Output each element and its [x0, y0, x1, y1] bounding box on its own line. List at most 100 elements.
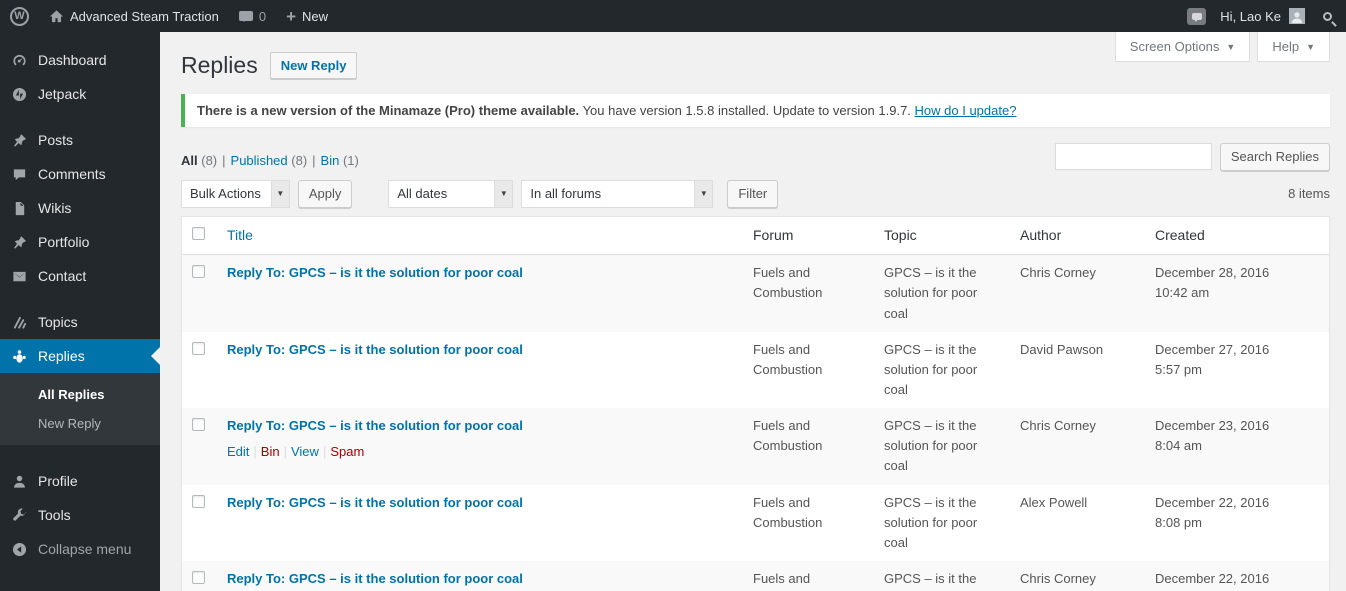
- comments-count: 0: [258, 8, 267, 24]
- bin-action-link[interactable]: Bin: [261, 444, 280, 459]
- apply-button[interactable]: Apply: [297, 179, 353, 208]
- sidebar-item-label: Topics: [38, 314, 78, 330]
- created-cell: December 28, 2016 10:42 am: [1155, 265, 1270, 301]
- forum-filter-select[interactable]: In all forums ▼: [521, 179, 714, 208]
- forum-cell: Fuels and Combustion: [753, 341, 823, 377]
- author-cell: Alex Powell: [1020, 494, 1088, 510]
- spam-action-link[interactable]: Spam: [330, 444, 364, 459]
- admin-bar: W Advanced Steam Traction 0 + New Hi, La…: [0, 0, 1346, 32]
- replies-table: Title Forum Topic Author Created Reply T…: [181, 215, 1330, 591]
- forum-cell: Fuels and Combustion: [753, 265, 823, 301]
- topic-cell: GPCS – is it the solution for poor coal: [884, 418, 978, 474]
- column-header-title[interactable]: Title: [227, 227, 253, 243]
- row-checkbox[interactable]: [192, 418, 205, 432]
- account-greeting[interactable]: Hi, Lao Ke: [1220, 9, 1281, 24]
- envelope-icon: [10, 269, 28, 284]
- forum-cell: Fuels and Combustion: [753, 570, 811, 586]
- sidebar-item-posts[interactable]: Posts: [0, 123, 160, 157]
- replies-bee-icon: [10, 349, 28, 364]
- table-row: Reply To: GPCS – is it the solution for …: [182, 485, 1329, 561]
- created-cell: December 22, 2016 8:08 pm: [1155, 494, 1270, 530]
- search-replies-button[interactable]: Search Replies: [1219, 142, 1330, 171]
- submenu-item-new-reply[interactable]: New Reply: [0, 409, 160, 438]
- author-cell: David Pawson: [1020, 341, 1104, 357]
- theme-update-notice: There is a new version of the Minamaze (…: [181, 93, 1330, 127]
- admin-bar-new[interactable]: + New: [276, 0, 338, 32]
- sidebar-item-topics[interactable]: Topics: [0, 305, 160, 339]
- sidebar-item-tools[interactable]: Tools: [0, 498, 160, 532]
- wordpress-logo[interactable]: W: [0, 0, 39, 32]
- sidebar-item-comments[interactable]: Comments: [0, 157, 160, 191]
- column-header-topic: Topic: [884, 226, 917, 243]
- sidebar-item-portfolio[interactable]: Portfolio: [0, 225, 160, 259]
- sidebar-item-jetpack[interactable]: Jetpack: [0, 77, 160, 111]
- notifications-icon[interactable]: [1187, 7, 1207, 25]
- items-count: 8 items: [1288, 186, 1330, 202]
- how-do-i-update-link[interactable]: How do I update?: [915, 103, 1017, 118]
- created-cell: December 27, 2016 5:57 pm: [1155, 341, 1270, 377]
- column-header-created: Created: [1155, 226, 1205, 243]
- submenu-item-all-replies[interactable]: All Replies: [0, 380, 160, 409]
- forum-cell: Fuels and Combustion: [753, 418, 823, 454]
- chevron-down-icon: ▼: [494, 180, 513, 207]
- home-icon: [49, 9, 64, 24]
- view-action-link[interactable]: View: [291, 444, 319, 459]
- page-title: Replies: [181, 52, 258, 78]
- sidebar-item-profile[interactable]: Profile: [0, 464, 160, 498]
- sidebar-item-label: Tools: [38, 507, 71, 523]
- author-cell: Chris Corney: [1020, 418, 1096, 434]
- author-cell: Chris Corney: [1020, 570, 1096, 586]
- portfolio-pin-icon: [10, 235, 28, 250]
- dashboard-icon: [10, 53, 28, 68]
- sidebar-item-wikis[interactable]: Wikis: [0, 191, 160, 225]
- sidebar-item-label: Portfolio: [38, 234, 90, 250]
- sidebar-item-label: Wikis: [38, 200, 72, 216]
- view-published-link[interactable]: Published (8): [231, 153, 308, 168]
- bulk-actions-select[interactable]: Bulk Actions ▼: [181, 179, 290, 208]
- reply-title-link[interactable]: Reply To: GPCS – is it the solution for …: [227, 342, 523, 357]
- sidebar-item-replies[interactable]: Replies: [0, 339, 160, 373]
- comments-icon: [10, 167, 28, 182]
- sidebar-item-collapse-menu[interactable]: Collapse menu: [0, 532, 160, 566]
- reply-title-link[interactable]: Reply To: GPCS – is it the solution for …: [227, 265, 523, 280]
- row-checkbox[interactable]: [192, 494, 205, 508]
- reply-title-link[interactable]: Reply To: GPCS – is it the solution for …: [227, 571, 523, 586]
- edit-action-link[interactable]: Edit: [227, 444, 249, 459]
- sidebar-item-label: Profile: [38, 473, 78, 489]
- row-checkbox[interactable]: [192, 570, 205, 584]
- profile-icon: [10, 474, 28, 489]
- row-checkbox[interactable]: [192, 341, 205, 355]
- select-all-checkbox[interactable]: [192, 226, 205, 240]
- sidebar-item-dashboard[interactable]: Dashboard: [0, 43, 160, 77]
- document-icon: [10, 201, 28, 216]
- jetpack-icon: [10, 87, 28, 102]
- search-icon[interactable]: [1323, 11, 1332, 21]
- chevron-down-icon: ▼: [1226, 41, 1236, 52]
- row-actions: Edit | Bin | View | Spam: [227, 444, 365, 460]
- main-content: Screen Options ▼ Help ▼ Replies New Repl…: [160, 32, 1346, 591]
- replies-submenu: All Replies New Reply: [0, 373, 160, 445]
- view-all-link[interactable]: All (8): [181, 153, 217, 168]
- search-replies-input[interactable]: [1054, 143, 1212, 171]
- all-dates-select[interactable]: All dates ▼: [388, 179, 514, 208]
- reply-title-link[interactable]: Reply To: GPCS – is it the solution for …: [227, 418, 523, 433]
- view-bin-link[interactable]: Bin (1): [321, 153, 359, 168]
- reply-title-link[interactable]: Reply To: GPCS – is it the solution for …: [227, 495, 523, 510]
- topic-cell: GPCS – is it the solution for poor coal: [884, 494, 978, 550]
- row-checkbox[interactable]: [192, 265, 205, 279]
- filter-button[interactable]: Filter: [727, 179, 779, 208]
- screen-options-tab[interactable]: Screen Options ▼: [1114, 32, 1251, 62]
- help-tab[interactable]: Help ▼: [1257, 32, 1330, 62]
- created-cell: December 23, 2016 8:04 am: [1155, 418, 1270, 454]
- admin-bar-comments[interactable]: 0: [229, 0, 276, 32]
- new-reply-button[interactable]: New Reply: [269, 52, 358, 80]
- collapse-icon: [10, 542, 28, 557]
- sidebar-item-label: Comments: [38, 166, 106, 182]
- status-views: All (8) | Published (8) | Bin (1): [181, 152, 359, 168]
- chevron-down-icon: ▼: [1306, 41, 1315, 52]
- sidebar: Dashboard Jetpack Posts Comments Wikis P…: [0, 32, 160, 591]
- site-name-link[interactable]: Advanced Steam Traction: [39, 0, 229, 32]
- sidebar-item-contact[interactable]: Contact: [0, 259, 160, 293]
- column-header-author: Author: [1020, 226, 1062, 243]
- avatar[interactable]: [1289, 8, 1305, 24]
